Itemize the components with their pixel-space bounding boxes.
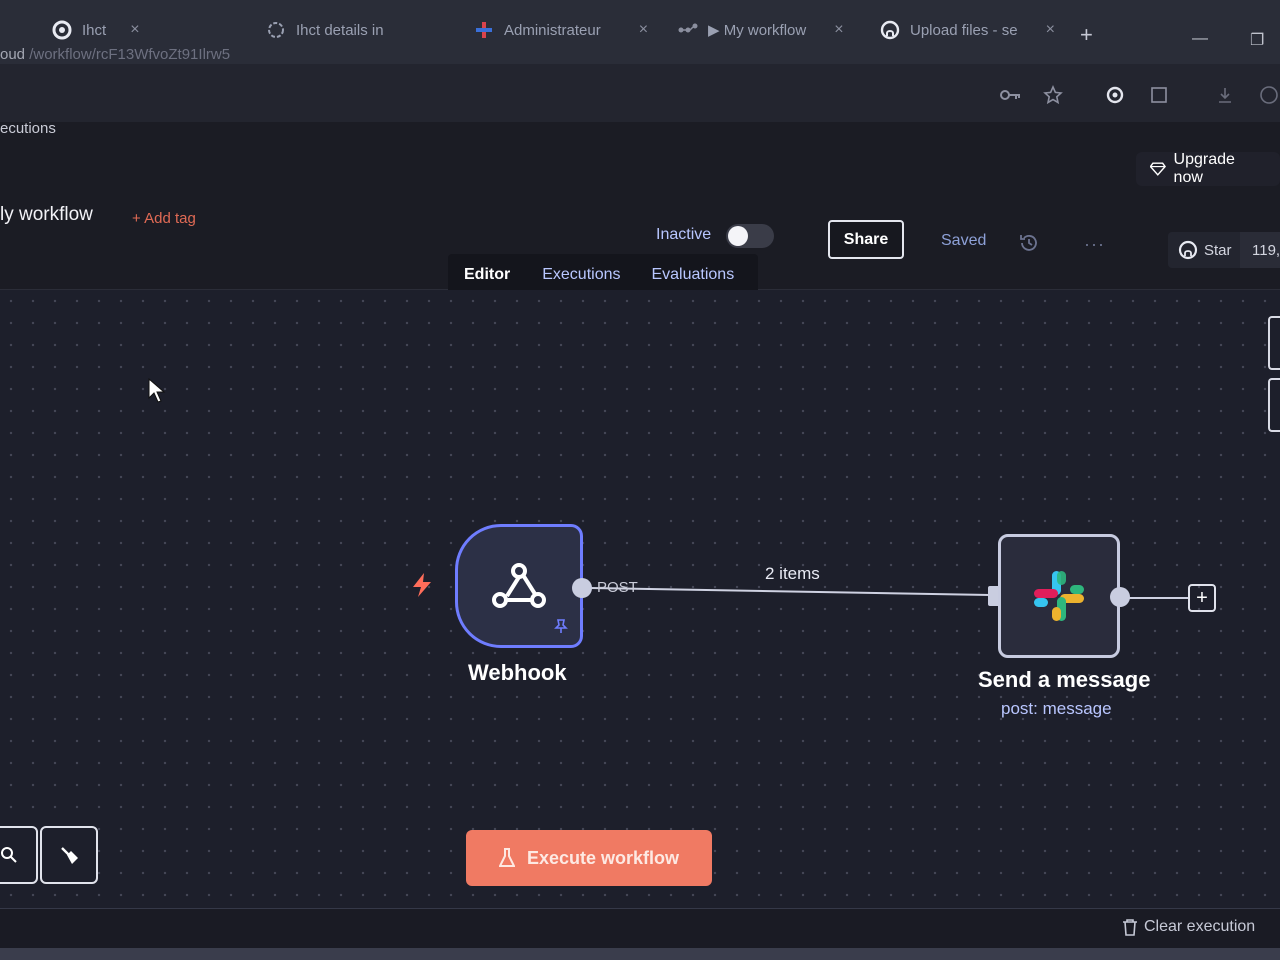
active-toggle[interactable] [726, 224, 774, 248]
github-icon [1178, 240, 1198, 260]
share-button[interactable]: Share [828, 220, 904, 259]
tab-label: Upload files - se [910, 21, 1018, 39]
clear-execution-label: Clear execution [1144, 918, 1256, 935]
github-icon [880, 20, 900, 40]
add-node-button[interactable]: + [1188, 584, 1216, 612]
tab-label: Ihct details in [296, 21, 384, 39]
broom-icon [61, 847, 78, 864]
tab-label: ▶ My workflow [708, 22, 807, 39]
close-icon[interactable]: × [130, 21, 139, 39]
tidy-up-button[interactable] [40, 826, 98, 884]
download-icon[interactable] [1214, 84, 1236, 106]
maximize-icon[interactable]: ❐ [1250, 30, 1264, 50]
node-label: Webhook [468, 660, 567, 685]
tab-evaluations[interactable]: Evaluations [651, 266, 734, 284]
tab-executions[interactable]: Executions [542, 266, 620, 284]
history-icon[interactable] [1018, 232, 1040, 254]
upgrade-button[interactable]: Upgrade now [1136, 151, 1280, 186]
flask-icon [498, 848, 515, 867]
close-icon[interactable]: × [639, 21, 648, 39]
upgrade-label: Upgrade now [1173, 151, 1235, 186]
url-field[interactable]: oud /workflow/rcF13WfvoZt91Ilrw5 [0, 46, 230, 63]
output-handle[interactable] [1110, 587, 1130, 607]
close-icon[interactable]: × [834, 21, 843, 39]
minimize-icon[interactable]: — [1192, 30, 1208, 48]
tab-my-workflow[interactable]: ▶ My workflow × [678, 10, 844, 50]
output-connector-line [1128, 597, 1188, 599]
clear-execution-button[interactable]: Clear execution [1122, 918, 1255, 936]
chrome-icon [52, 20, 72, 40]
breadcrumb[interactable]: ecutions [0, 120, 56, 137]
add-tag-button[interactable]: + Add tag [132, 210, 196, 227]
node-subtitle: post: message [1001, 699, 1112, 718]
url-host: oud [0, 46, 26, 63]
active-status-label: Inactive [656, 226, 712, 243]
trash-icon [1123, 919, 1137, 936]
execute-label: Execute workflow [526, 847, 680, 868]
output-handle[interactable] [572, 578, 592, 598]
tab-label: Ihct [82, 21, 107, 39]
close-icon[interactable]: × [1046, 21, 1055, 39]
zoom-panel-edge[interactable] [1268, 378, 1280, 432]
tab-administrateur[interactable]: Administrateur × [474, 10, 648, 50]
plus-cross-icon [474, 20, 494, 40]
extension-icon[interactable] [1104, 84, 1126, 106]
star-label: Star [1204, 241, 1232, 259]
star-count[interactable]: 119,4 [1240, 232, 1280, 268]
n8n-window: Ihct × Ihct details in Administrateur × … [0, 0, 1280, 960]
saved-status: Saved [941, 232, 987, 249]
output-label: POST [597, 579, 638, 596]
pin-icon [554, 619, 568, 633]
node-label: Send a message [978, 667, 1151, 692]
execute-workflow-button[interactable]: Execute workflow [466, 830, 712, 886]
os-taskbar [0, 948, 1280, 960]
slack-node[interactable] [998, 534, 1120, 658]
sidepanel-icon[interactable] [1148, 84, 1170, 106]
tab-editor[interactable]: Editor [464, 266, 510, 284]
key-icon[interactable] [1000, 84, 1022, 106]
profile-icon[interactable] [1258, 84, 1280, 106]
workflow-title[interactable]: ly workflow [0, 204, 93, 226]
slack-icon [1034, 571, 1084, 621]
address-bar [0, 64, 1280, 122]
items-count-label: 2 items [765, 564, 820, 583]
new-tab-button[interactable]: + [1080, 22, 1093, 48]
openai-icon [266, 20, 286, 40]
mouse-pointer-icon [148, 378, 166, 403]
tab-upload-files[interactable]: Upload files - se × [880, 10, 1055, 50]
n8n-icon [678, 20, 698, 40]
zoom-control-button[interactable] [0, 826, 38, 884]
zoom-panel-edge[interactable] [1268, 316, 1280, 370]
url-path: /workflow/rcF13WfvoZt91Ilrw5 [25, 46, 231, 63]
tab-label: Administrateur [504, 21, 601, 39]
bookmark-star-icon[interactable] [1042, 84, 1064, 106]
diamond-icon [1150, 162, 1166, 176]
more-options-button[interactable]: ··· [1084, 234, 1105, 255]
magnifier-icon [1, 847, 17, 863]
github-star-button[interactable]: Star [1168, 232, 1242, 268]
webhook-icon [492, 563, 546, 608]
tab-openai[interactable]: Ihct details in [266, 10, 384, 50]
toggle-knob [728, 226, 748, 246]
tab-chrome[interactable]: Ihct × [52, 10, 140, 50]
lightning-icon [413, 573, 431, 597]
